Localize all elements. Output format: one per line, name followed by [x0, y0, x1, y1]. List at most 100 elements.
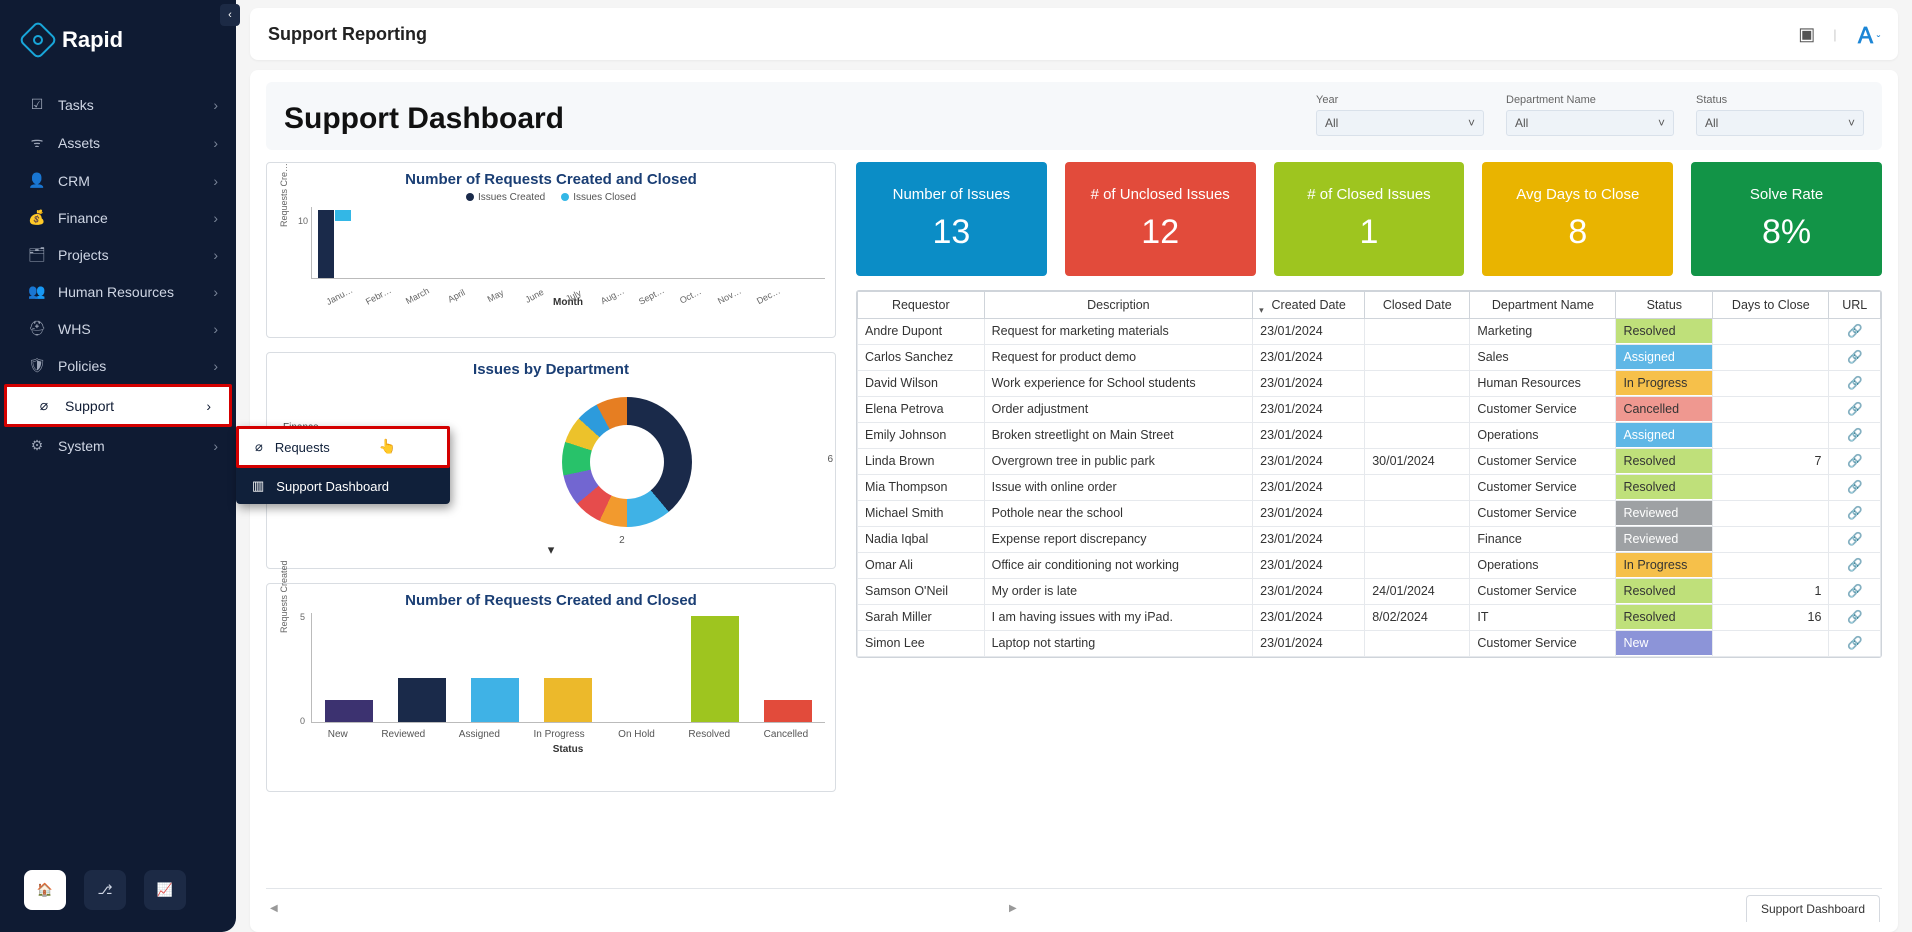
nav-icon: 👥 [28, 283, 46, 300]
table-row[interactable]: David WilsonWork experience for School s… [858, 371, 1881, 397]
filter-year-select[interactable]: All˅ [1316, 110, 1484, 136]
brand-logo-icon [18, 20, 58, 60]
chevron-right-icon: › [213, 210, 218, 226]
kpi-number-issues: Number of Issues13 [856, 162, 1047, 276]
link-icon[interactable]: 🔗 [1829, 475, 1881, 501]
chevron-down-icon: ˅ [1658, 116, 1665, 130]
kpi-table-column: Number of Issues13 # of Unclosed Issues1… [856, 162, 1882, 880]
chart1-ylabel: Requests Cre… [279, 163, 289, 227]
main: Support Reporting ▣ | Ａˇ Support Dashboa… [236, 0, 1912, 932]
th-description[interactable]: Description [984, 292, 1253, 319]
table-row[interactable]: Elena PetrovaOrder adjustment23/01/2024C… [858, 397, 1881, 423]
cursor-icon: 👆 [379, 438, 396, 455]
sidebar-item-human-resources[interactable]: 👥 Human Resources › [0, 273, 236, 310]
link-icon[interactable]: 🔗 [1829, 553, 1881, 579]
th-closed[interactable]: Closed Date [1365, 292, 1470, 319]
table-row[interactable]: Andre DupontRequest for marketing materi… [858, 319, 1881, 345]
link-icon[interactable]: 🔗 [1829, 449, 1881, 475]
table-row[interactable]: Carlos SanchezRequest for product demo23… [858, 345, 1881, 371]
filter-status-select[interactable]: All˅ [1696, 110, 1864, 136]
sidebar-item-projects[interactable]: 🗂Projects› [0, 236, 236, 273]
chart-requests-monthly: Number of Requests Created and Closed Is… [266, 162, 836, 338]
table-row[interactable]: Samson O'NeilMy order is late23/01/20242… [858, 579, 1881, 605]
kpi-avg-days: Avg Days to Close8 [1482, 162, 1673, 276]
report-icon[interactable]: ▣ [1798, 24, 1815, 45]
link-icon[interactable]: 🔗 [1829, 527, 1881, 553]
nav-icon: 👤 [28, 172, 46, 189]
th-status[interactable]: Status [1616, 292, 1713, 319]
flyout-requests[interactable]: ⌀ Requests 👆 [236, 426, 450, 468]
table-row[interactable]: Emily JohnsonBroken streetlight on Main … [858, 423, 1881, 449]
sidebar-collapse[interactable]: ‹ [220, 4, 240, 26]
sidebar-item-tasks[interactable]: ☑Tasks› [0, 86, 236, 123]
chart-requests-status: Number of Requests Created and Closed Re… [266, 583, 836, 792]
sidebar-item-label: Assets [58, 135, 100, 151]
sidebar-item-label: CRM [58, 173, 90, 189]
sidebar-item-crm[interactable]: 👤CRM› [0, 162, 236, 199]
chevron-right-icon: › [206, 398, 211, 414]
chart-button[interactable]: 📈 [144, 870, 186, 910]
sidebar-item-assets[interactable]: ᯤAssets› [0, 123, 236, 162]
legend-expand-icon[interactable]: ▾ [548, 542, 555, 557]
tabbar: ◀ ▶ Support Dashboard [266, 888, 1882, 922]
nav-icon: ⚙ [28, 437, 46, 454]
tab-prev[interactable]: ◀ [268, 903, 1001, 914]
sidebar-item-label: Human Resources [58, 284, 174, 300]
filter-dept-select[interactable]: All˅ [1506, 110, 1674, 136]
chevron-right-icon: › [213, 321, 218, 337]
link-icon[interactable]: 🔗 [1829, 631, 1881, 657]
chevron-right-icon: › [213, 284, 218, 300]
th-days[interactable]: Days to Close [1713, 292, 1829, 319]
sidebar-item-system[interactable]: ⚙ System › [0, 427, 236, 464]
table-row[interactable]: Omar AliOffice air conditioning not work… [858, 553, 1881, 579]
link-icon[interactable]: 🔗 [1829, 345, 1881, 371]
chart2-title: Issues by Department [277, 361, 825, 378]
chevron-down-icon: ˅ [1848, 116, 1855, 130]
link-icon[interactable]: 🔗 [1829, 423, 1881, 449]
th-requestor[interactable]: Requestor [858, 292, 985, 319]
tab-next[interactable]: ▶ [1007, 903, 1740, 914]
table-row[interactable]: Simon LeeLaptop not starting23/01/2024Cu… [858, 631, 1881, 657]
sidebar-item-label: Support [65, 398, 114, 414]
table-row[interactable]: Michael SmithPothole near the school23/0… [858, 501, 1881, 527]
flyout-support-dashboard[interactable]: ▥ Support Dashboard [236, 468, 450, 504]
sidebar-item-finance[interactable]: 💰Finance› [0, 199, 236, 236]
th-dept[interactable]: Department Name [1470, 292, 1616, 319]
home-button[interactable]: 🏠 [24, 870, 66, 910]
sidebar-item-support[interactable]: ⌀Support› [4, 384, 232, 427]
th-url[interactable]: URL [1829, 292, 1881, 319]
chart1-plot: 10 [311, 207, 825, 279]
dashboard-content: Support Dashboard Year All˅ Department N… [250, 70, 1898, 932]
chart3-title: Number of Requests Created and Closed [277, 592, 825, 609]
chart3-plot: 5 0 [311, 613, 825, 723]
chevron-right-icon: › [213, 135, 218, 151]
link-icon[interactable]: 🔗 [1829, 319, 1881, 345]
sidebar-item-policies[interactable]: 🛡Policies› [0, 347, 236, 384]
sidebar-item-label: System [58, 438, 105, 454]
tab-support-dashboard[interactable]: Support Dashboard [1746, 895, 1880, 922]
page-title: Support Reporting [268, 24, 427, 45]
user-menu-icon[interactable]: Ａˇ [1855, 18, 1880, 50]
sidebar-item-label: WHS [58, 321, 91, 337]
table-row[interactable]: Mia ThompsonIssue with online order23/01… [858, 475, 1881, 501]
brand-name: Rapid [62, 27, 123, 53]
chart1-legend: Issues Created Issues Closed [277, 192, 825, 203]
link-icon[interactable]: 🔗 [1829, 397, 1881, 423]
table-row[interactable]: Nadia IqbalExpense report discrepancy23/… [858, 527, 1881, 553]
link-icon[interactable]: 🔗 [1829, 579, 1881, 605]
table-row[interactable]: Linda BrownOvergrown tree in public park… [858, 449, 1881, 475]
link-icon[interactable]: 🔗 [1829, 371, 1881, 397]
chevron-right-icon: › [213, 247, 218, 263]
support-flyout: ⌀ Requests 👆 ▥ Support Dashboard [236, 426, 450, 504]
chevron-right-icon: › [213, 358, 218, 374]
link-icon[interactable]: 🔗 [1829, 605, 1881, 631]
chevron-right-icon: › [213, 438, 218, 454]
table-row[interactable]: Sarah MillerI am having issues with my i… [858, 605, 1881, 631]
chevron-right-icon: › [213, 97, 218, 113]
sidebar-item-whs[interactable]: ⛑WHS› [0, 310, 236, 347]
link-icon[interactable]: 🔗 [1829, 501, 1881, 527]
filter-year-label: Year [1316, 94, 1484, 106]
sitemap-button[interactable]: ⎇ [84, 870, 126, 910]
charts-column: Number of Requests Created and Closed Is… [266, 162, 836, 880]
th-created[interactable]: Created Date [1253, 292, 1365, 319]
